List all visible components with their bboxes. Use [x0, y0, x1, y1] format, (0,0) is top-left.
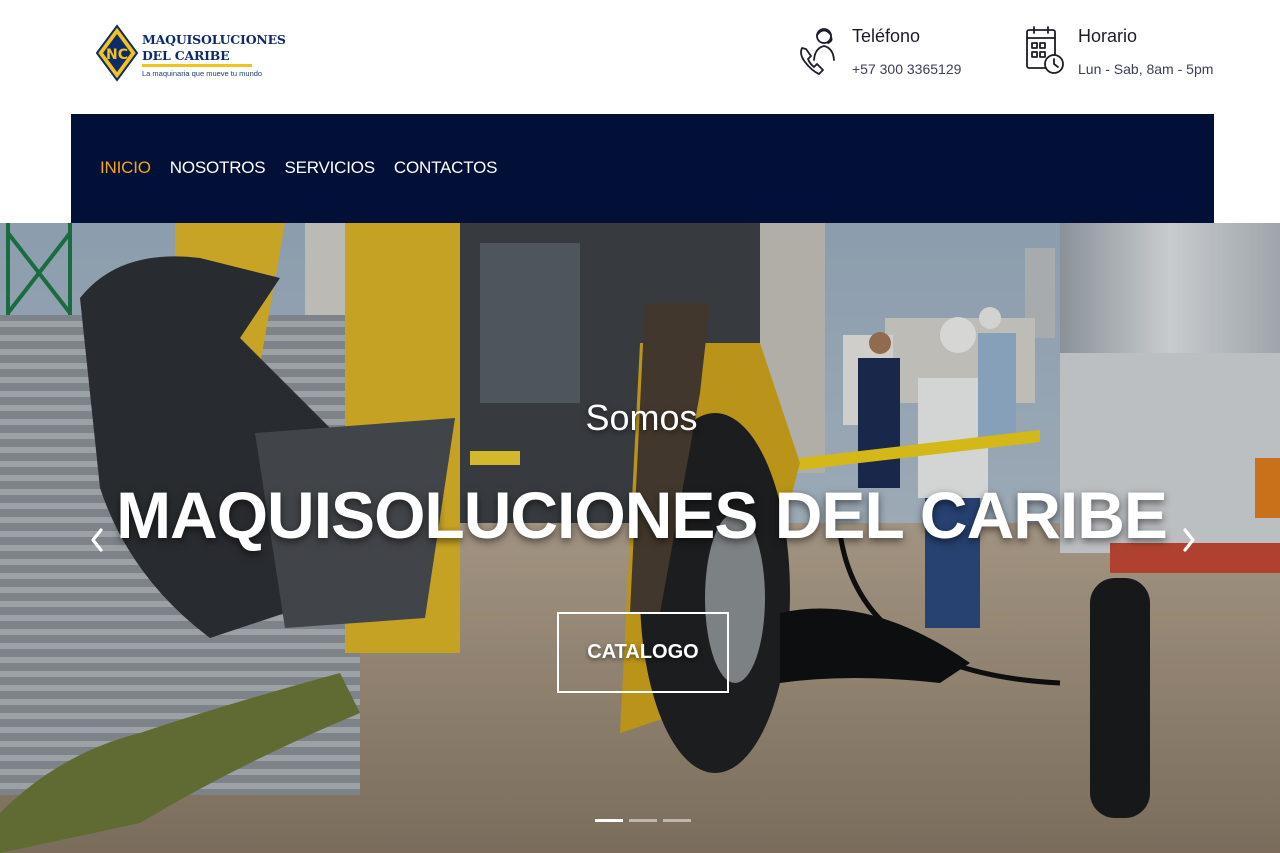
brand-logo[interactable]: NC MAQUISOLUCIONES DEL CARIBE La maquina…: [96, 24, 286, 84]
chevron-right-icon: [1183, 528, 1195, 552]
hours-contact: Horario Lun - Sab, 8am - 5pm: [1024, 24, 1234, 84]
chevron-left-icon: [91, 528, 103, 552]
carousel-indicator-3[interactable]: [663, 819, 691, 822]
calendar-clock-icon: [1026, 26, 1064, 74]
main-navbar: INICIO NOSOTROS SERVICIOS CONTACTOS: [71, 114, 1214, 223]
logo-underline: [142, 64, 252, 67]
hours-title: Horario: [1078, 26, 1138, 46]
phone-title: Teléfono: [852, 26, 921, 46]
brand-name-line1: MAQUISOLUCIONES: [142, 32, 286, 47]
carousel-next-button[interactable]: [1174, 523, 1204, 557]
nav-item-contactos[interactable]: CONTACTOS: [394, 158, 498, 177]
logo-emblem-icon: NC: [96, 24, 138, 82]
logo-letters: NC: [106, 47, 128, 63]
hero-subtitle: Somos: [585, 397, 698, 438]
carousel-indicator-2[interactable]: [629, 819, 657, 822]
hours-value: Lun - Sab, 8am - 5pm: [1078, 61, 1214, 77]
nav-item-inicio[interactable]: INICIO: [100, 158, 151, 177]
carousel-indicator-1[interactable]: [595, 819, 623, 822]
phone-operator-icon: [800, 28, 835, 75]
nav-menu: INICIO NOSOTROS SERVICIOS CONTACTOS: [100, 158, 497, 178]
brand-tagline: La maquinaria que mueve tu mundo: [142, 69, 263, 78]
nav-item-nosotros[interactable]: NOSOTROS: [170, 158, 266, 177]
phone-number[interactable]: +57 300 3365129: [852, 61, 961, 77]
hero-title: MAQUISOLUCIONES DEL CARIBE: [116, 478, 1168, 552]
catalog-button[interactable]: CATALOGO: [557, 612, 729, 693]
carousel-indicators: [595, 819, 691, 822]
hero-carousel: Somos MAQUISOLUCIONES DEL CARIBE CATALOG…: [0, 223, 1280, 853]
phone-contact: Teléfono +57 300 3365129: [798, 24, 988, 84]
site-header: NC MAQUISOLUCIONES DEL CARIBE La maquina…: [0, 0, 1280, 114]
brand-name-line2: DEL CARIBE: [142, 48, 230, 63]
nav-item-servicios[interactable]: SERVICIOS: [284, 158, 375, 177]
carousel-prev-button[interactable]: [82, 523, 112, 557]
